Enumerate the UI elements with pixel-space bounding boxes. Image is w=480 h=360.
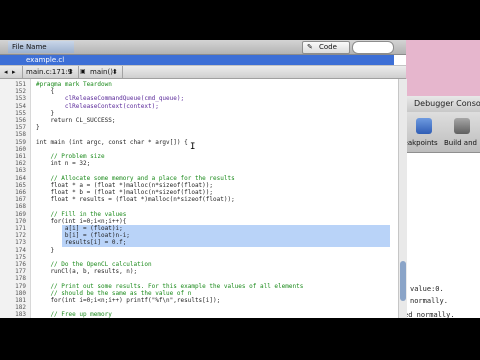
breakpoints-icon[interactable]: [416, 118, 432, 134]
vertical-scrollbar[interactable]: [398, 79, 407, 318]
file-row-selected[interactable]: example.cl: [0, 55, 394, 65]
debugger-output: value:0. normally. ed normally.: [400, 153, 480, 319]
file-name-column-header[interactable]: File Name: [8, 41, 74, 53]
build-label[interactable]: Build and: [444, 139, 477, 147]
debugger-console-window: Debugger Console Breakpoints Build and v…: [396, 40, 480, 319]
debugger-toolbar: Breakpoints Build and: [396, 112, 480, 153]
code-button-label: Code: [319, 43, 337, 51]
text-cursor: I: [190, 142, 196, 152]
function-popup[interactable]: main(): [90, 66, 113, 78]
top-letterbox: [0, 0, 480, 40]
file-location-popup[interactable]: main.c:171:9: [26, 66, 72, 78]
function-dropdown-icon[interactable]: ⬍: [112, 66, 118, 78]
forward-arrow-icon[interactable]: ▸: [12, 66, 16, 78]
scrollbar-thumb[interactable]: [400, 261, 406, 301]
function-icon: ▣: [80, 68, 86, 75]
editor-navigation-bar: ◂ ▸ main.c:171:9 ⬍ ▣ main() ⬍: [0, 66, 406, 79]
code-button[interactable]: ✎ Code: [302, 41, 350, 54]
desktop-background: [398, 40, 480, 96]
search-field[interactable]: [352, 41, 394, 54]
file-name: example.cl: [26, 56, 65, 64]
output-line: normally.: [410, 297, 448, 305]
line-number: 183: [15, 311, 26, 318]
debugger-title: Debugger Console: [414, 99, 480, 108]
bottom-letterbox: [0, 318, 480, 360]
window-toolbar: File Name ✎ Code: [0, 40, 406, 55]
debugger-title-bar[interactable]: Debugger Console: [400, 96, 480, 113]
location-dropdown-icon[interactable]: ⬍: [68, 66, 74, 78]
code-text: // Free up memory: [36, 311, 112, 318]
output-line: value:0.: [410, 285, 444, 293]
xcode-editor-window: File Name ✎ Code example.cl ◂ ▸ main.c:1…: [0, 40, 407, 318]
file-list: example.cl: [0, 55, 406, 66]
build-icon[interactable]: [454, 118, 470, 134]
code-icon: ✎: [307, 43, 313, 51]
back-arrow-icon[interactable]: ◂: [4, 66, 8, 78]
screen: { "window": { "column_header": "File Nam…: [0, 0, 480, 360]
code-line[interactable]: 183 // Free up memory: [0, 311, 398, 318]
code-editor[interactable]: 151 #pragma mark Teardown 152 {153 clRelea…: [0, 79, 398, 318]
